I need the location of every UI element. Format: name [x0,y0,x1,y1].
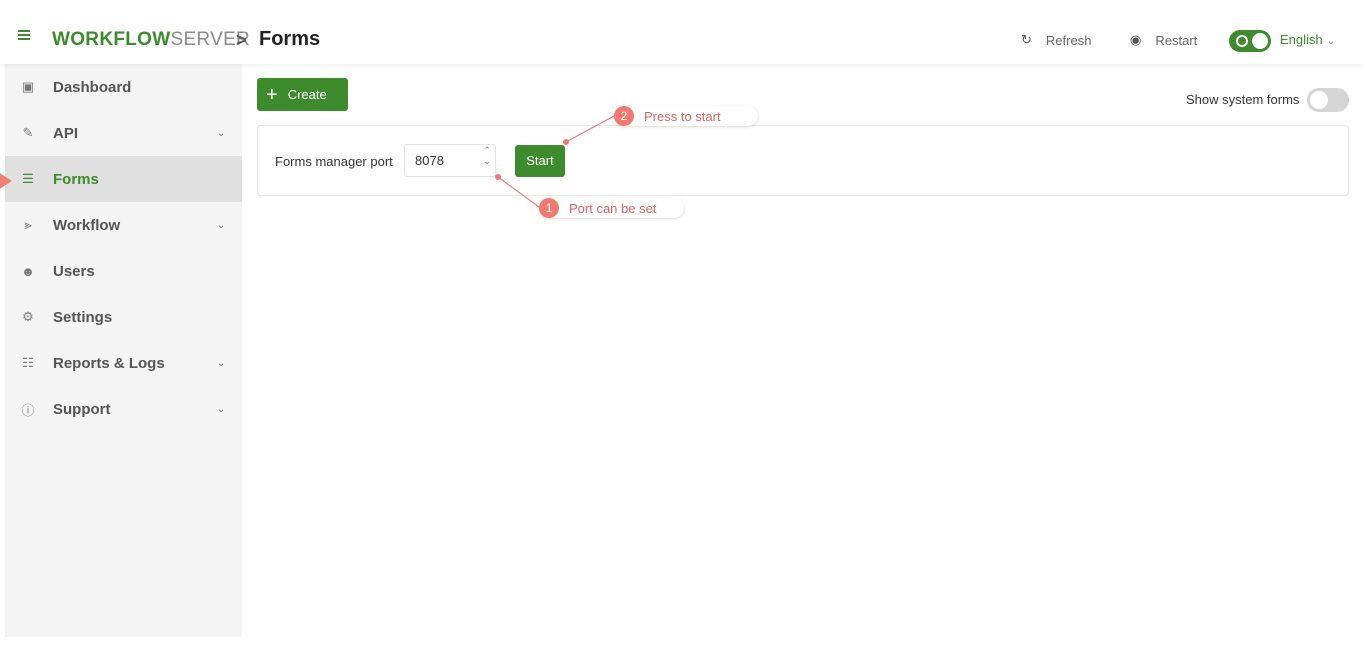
refresh-label: Refresh [1045,32,1092,48]
stepper-down-icon[interactable]: ⌄ [480,156,494,167]
plug-icon: ✎ [22,125,34,140]
forms-icon: ☰ [22,171,34,186]
play-circle-icon: ◉ [1130,32,1142,47]
sidebar-item-forms[interactable]: ☰ Forms [5,156,242,202]
refresh-button[interactable]: ↻ Refresh [1021,32,1091,48]
theme-toggle[interactable] [1229,30,1271,52]
sidebar-item-workflow[interactable]: ⪢ Workflow ⌄ [5,202,242,248]
sidebar-item-label: API [53,124,79,142]
settings-icon: ⚙ [22,309,34,324]
page-title: Forms [259,28,321,50]
restart-button[interactable]: ◉ Restart [1130,32,1197,48]
callout-port: 1 Port can be set [539,198,684,218]
port-label: Forms manager port [275,154,393,169]
chevron-down-icon: ⌄ [217,219,226,231]
refresh-icon: ↻ [1021,32,1032,47]
brand-bold: WORKFLOW [52,29,171,50]
language-label: English [1280,32,1323,47]
language-select[interactable]: English ⌄ [1280,32,1335,47]
sidebar-item-settings[interactable]: ⚙ Settings [5,294,242,340]
stepper-up-icon[interactable]: ⌃ [480,145,494,156]
sidebar-item-support[interactable]: ⓘ Support ⌄ [5,386,242,432]
restart-label: Restart [1155,32,1198,48]
show-system-forms-label: Show system forms [1186,92,1300,107]
sidebar-item-label: Support [53,400,111,418]
chevron-down-icon: ⌄ [217,127,226,139]
callout-number: 1 [539,198,559,218]
callout-text: Press to start [644,108,721,124]
sidebar-item-label: Forms [53,170,99,188]
create-label: Create [287,87,327,102]
sidebar-item-api[interactable]: ✎ API ⌄ [5,110,242,156]
workflow-icon: ⪢ [24,217,32,232]
sidebar-item-reports-logs[interactable]: ☷ Reports & Logs ⌄ [5,340,242,386]
sidebar-item-label: Reports & Logs [53,354,165,372]
chevron-down-icon: ⌄ [1326,36,1336,47]
create-button[interactable]: + Create [257,78,348,111]
sidebar-item-dashboard[interactable]: ▣ Dashboard [5,64,242,110]
plus-icon: + [266,83,278,106]
callout-text: Port can be set [569,200,657,216]
support-icon: ⓘ [21,402,35,418]
toggle-knob [1252,33,1268,49]
toggle-knob [1310,91,1328,109]
sidebar-item-label: Settings [53,308,113,326]
menu-icon[interactable] [18,30,30,42]
show-system-forms-toggle[interactable] [1307,88,1349,112]
toggle-ring-icon [1236,35,1248,47]
sidebar-item-label: Workflow [53,216,121,234]
top-bar: WORKFLOWSERVER > Forms ↻ Refresh ◉ Resta… [0,0,1364,64]
sidebar-item-users[interactable]: ☻ Users [5,248,242,294]
callout-start: 2 Press to start [614,106,758,126]
reports-icon: ☷ [22,355,34,370]
sidebar-item-label: Users [53,262,95,280]
port-stepper[interactable]: ⌃ ⌄ [480,145,494,167]
users-icon: ☻ [21,263,35,279]
active-item-pointer [0,172,12,190]
brand-logo[interactable]: WORKFLOWSERVER [52,29,250,51]
callout-number: 2 [614,106,634,126]
breadcrumb-separator: > [236,30,247,50]
sidebar-item-label: Dashboard [53,78,132,96]
start-button[interactable]: Start [515,145,565,177]
chevron-down-icon: ⌄ [217,403,226,415]
dashboard-icon: ▣ [21,79,35,94]
sidebar: ▣ Dashboard ✎ API ⌄ ☰ Forms ⪢ Workflow ⌄… [5,64,242,637]
chevron-down-icon: ⌄ [217,357,226,369]
